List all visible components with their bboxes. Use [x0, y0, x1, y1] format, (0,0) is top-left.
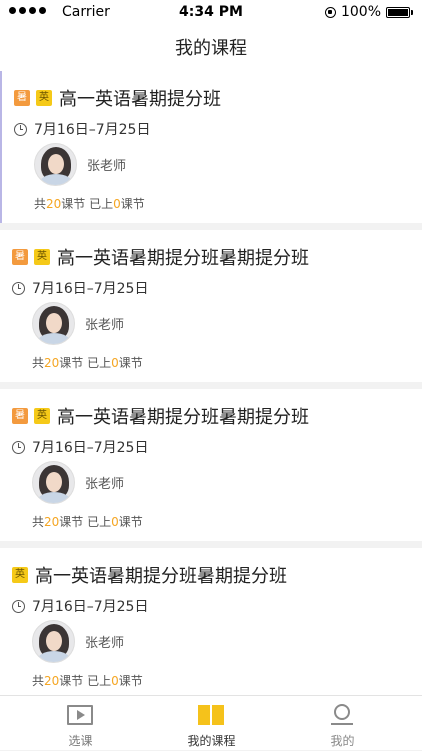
lesson-progress: 共20课节 已上0课节: [32, 672, 143, 689]
lesson-mid: 课节 已上: [59, 674, 112, 688]
course-card[interactable]: 暑 英 高一英语暑期提分班暑期提分班 7月16日–7月25日 张老师 共20课节…: [0, 389, 422, 541]
teacher-name: 张老师: [85, 477, 125, 492]
teacher-avatar: [32, 461, 75, 504]
teacher-avatar: [32, 302, 75, 345]
tab-label: 选课: [68, 734, 93, 748]
tab-mine[interactable]: 我的: [272, 696, 413, 751]
summer-tag: 暑: [12, 249, 28, 265]
tab-label: 我的课程: [187, 734, 236, 748]
clock-icon: [12, 440, 25, 454]
clock-icon: [12, 281, 25, 295]
lesson-mid: 课节 已上: [61, 197, 114, 211]
tab-select-course[interactable]: 选课: [10, 696, 151, 751]
battery-icon: [386, 6, 413, 18]
book-icon: [198, 705, 224, 725]
lesson-prefix: 共: [32, 515, 45, 529]
page-title: 我的课程: [175, 38, 247, 59]
completed-lessons: 0: [111, 515, 119, 529]
lesson-suffix: 课节: [118, 356, 143, 370]
total-lessons: 20: [44, 356, 60, 370]
battery-percent: 100%: [340, 4, 381, 20]
lesson-suffix: 课节: [118, 674, 143, 688]
course-card[interactable]: 英 高一英语暑期提分班暑期提分班 7月16日–7月25日 张老师 共20课节 已…: [0, 548, 422, 695]
course-title: 高一英语暑期提分班: [59, 89, 221, 110]
course-date: 7月16日–7月25日: [32, 440, 149, 456]
tab-bar: 选课 我的课程 我的: [0, 695, 422, 750]
course-title: 高一英语暑期提分班暑期提分班: [35, 566, 287, 587]
completed-lessons: 0: [113, 197, 121, 211]
tab-my-courses[interactable]: 我的课程: [141, 696, 282, 751]
lesson-suffix: 课节: [118, 515, 143, 529]
person-icon: [331, 704, 353, 726]
teacher-name: 张老师: [85, 636, 125, 651]
total-lessons: 20: [46, 197, 62, 211]
teacher-avatar: [34, 143, 77, 186]
teacher-name: 张老师: [85, 318, 125, 333]
teacher-avatar: [32, 620, 75, 663]
lesson-prefix: 共: [34, 197, 47, 211]
completed-lessons: 0: [111, 356, 119, 370]
video-icon: [67, 705, 93, 725]
course-date: 7月16日–7月25日: [32, 599, 149, 615]
lesson-progress: 共20课节 已上0课节: [32, 354, 143, 371]
lesson-progress: 共20课节 已上0课节: [34, 195, 145, 212]
total-lessons: 20: [44, 515, 60, 529]
english-tag: 英: [34, 249, 50, 265]
lesson-mid: 课节 已上: [59, 515, 112, 529]
course-date: 7月16日–7月25日: [34, 122, 151, 138]
summer-tag: 暑: [14, 90, 30, 106]
course-list[interactable]: 暑 英 高一英语暑期提分班 7月16日–7月25日 张老师 共20课节 已上0课…: [0, 71, 422, 695]
course-date: 7月16日–7月25日: [32, 281, 149, 297]
english-tag: 英: [34, 408, 50, 424]
total-lessons: 20: [44, 674, 60, 688]
course-title: 高一英语暑期提分班暑期提分班: [57, 407, 309, 428]
clock-icon: [12, 599, 25, 613]
lesson-mid: 课节 已上: [59, 356, 112, 370]
course-card[interactable]: 暑 英 高一英语暑期提分班 7月16日–7月25日 张老师 共20课节 已上0课…: [0, 71, 422, 223]
course-title: 高一英语暑期提分班暑期提分班: [57, 248, 309, 269]
lesson-suffix: 课节: [120, 197, 145, 211]
completed-lessons: 0: [111, 674, 119, 688]
status-bar: Carrier 4:34 PM 100%: [0, 0, 422, 26]
teacher-name: 张老师: [87, 159, 127, 174]
clock-icon: [14, 122, 27, 136]
tab-label: 我的: [330, 734, 355, 748]
lesson-prefix: 共: [32, 674, 45, 688]
course-card[interactable]: 暑 英 高一英语暑期提分班暑期提分班 7月16日–7月25日 张老师 共20课节…: [0, 230, 422, 382]
lesson-prefix: 共: [32, 356, 45, 370]
lesson-progress: 共20课节 已上0课节: [32, 513, 143, 530]
rotation-lock-icon: [324, 6, 336, 18]
summer-tag: 暑: [12, 408, 28, 424]
english-tag: 英: [12, 567, 28, 583]
navigation-bar: 我的课程: [0, 26, 422, 71]
english-tag: 英: [36, 90, 52, 106]
